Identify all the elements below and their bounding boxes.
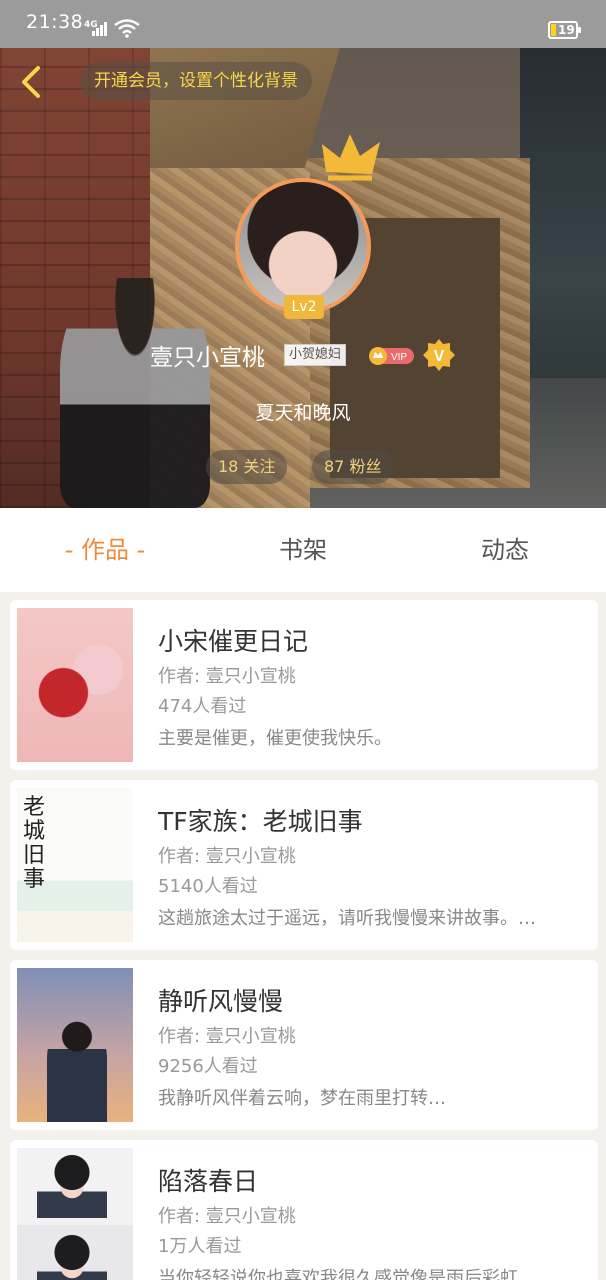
work-cover: [17, 1148, 133, 1280]
signal-icon: [92, 20, 108, 36]
battery-level: 19: [558, 23, 575, 37]
tab-bar: - 作品 - 书架 动态: [0, 508, 606, 592]
work-title: TF家族：老城旧事: [158, 807, 363, 836]
back-button[interactable]: [14, 62, 54, 102]
battery-icon: 19: [548, 21, 581, 39]
work-title: 小宋催更日记: [158, 627, 309, 656]
nickname-tag: 小贺媳妇: [284, 344, 347, 366]
tab-works[interactable]: - 作品 -: [30, 508, 180, 592]
work-card[interactable]: 老城旧事 TF家族：老城旧事 作者: 壹只小宣桃 5140人看过 这趟旅途太过于…: [10, 780, 598, 950]
work-views: 9256人看过: [158, 1056, 258, 1077]
v-label: V: [434, 348, 445, 365]
following-count[interactable]: 18 关注: [206, 450, 288, 484]
vip-label: VIP: [391, 352, 407, 363]
verified-badge-icon[interactable]: V: [422, 338, 456, 372]
profile-header: 开通会员，设置个性化背景 Lv2 壹只小宣桃 小贺媳妇 VIP V 夏天和晚风 …: [0, 48, 606, 508]
work-card[interactable]: 小宋催更日记 作者: 壹只小宣桃 474人看过 主要是催更，催更使我快乐。: [10, 600, 598, 770]
status-bar: 21:38 4G 19: [0, 0, 606, 48]
work-description: 我静听风伴着云响，梦在雨里打转…: [158, 1088, 446, 1109]
work-cover: 老城旧事: [17, 788, 133, 942]
work-views: 5140人看过: [158, 876, 258, 897]
work-description: 这趟旅途太过于遥远，请听我慢慢来讲故事。…: [158, 908, 536, 929]
work-author: 作者: 壹只小宣桃: [158, 666, 296, 687]
work-title: 陷落春日: [158, 1167, 259, 1196]
work-author: 作者: 壹只小宣桃: [158, 846, 296, 867]
cover-title-text: 老城旧事: [23, 795, 46, 892]
back-arrow-icon: [22, 66, 40, 98]
work-card[interactable]: 静听风慢慢 作者: 壹只小宣桃 9256人看过 我静听风伴着云响，梦在雨里打转…: [10, 960, 598, 1130]
work-author: 作者: 壹只小宣桃: [158, 1206, 296, 1227]
level-badge: Lv2: [284, 295, 324, 319]
status-time: 21:38: [26, 11, 84, 33]
tab-bookshelf[interactable]: 书架: [228, 508, 378, 592]
vip-badge-icon[interactable]: VIP: [368, 346, 414, 366]
work-cover: [17, 608, 133, 762]
work-views: 474人看过: [158, 696, 247, 717]
work-title: 静听风慢慢: [158, 987, 284, 1016]
work-card[interactable]: 陷落春日 作者: 壹只小宣桃 1万人看过 当你轻轻说你也喜欢我很久感觉像是雨后彩…: [10, 1140, 598, 1280]
vip-background-hint[interactable]: 开通会员，设置个性化背景: [80, 62, 312, 100]
work-cover: [17, 968, 133, 1122]
user-signature: 夏天和晚风: [255, 402, 351, 424]
avatar[interactable]: [235, 178, 371, 314]
tab-moments[interactable]: 动态: [430, 508, 580, 592]
avatar-image: [235, 178, 371, 314]
fans-count[interactable]: 87 粉丝: [312, 450, 394, 484]
work-description: 当你轻轻说你也喜欢我很久感觉像是雨后彩虹…: [158, 1268, 536, 1280]
wifi-icon: [114, 19, 140, 38]
work-views: 1万人看过: [158, 1236, 242, 1257]
work-author: 作者: 壹只小宣桃: [158, 1026, 296, 1047]
work-description: 主要是催更，催更使我快乐。: [158, 728, 392, 749]
nickname: 壹只小宣桃: [150, 345, 265, 371]
